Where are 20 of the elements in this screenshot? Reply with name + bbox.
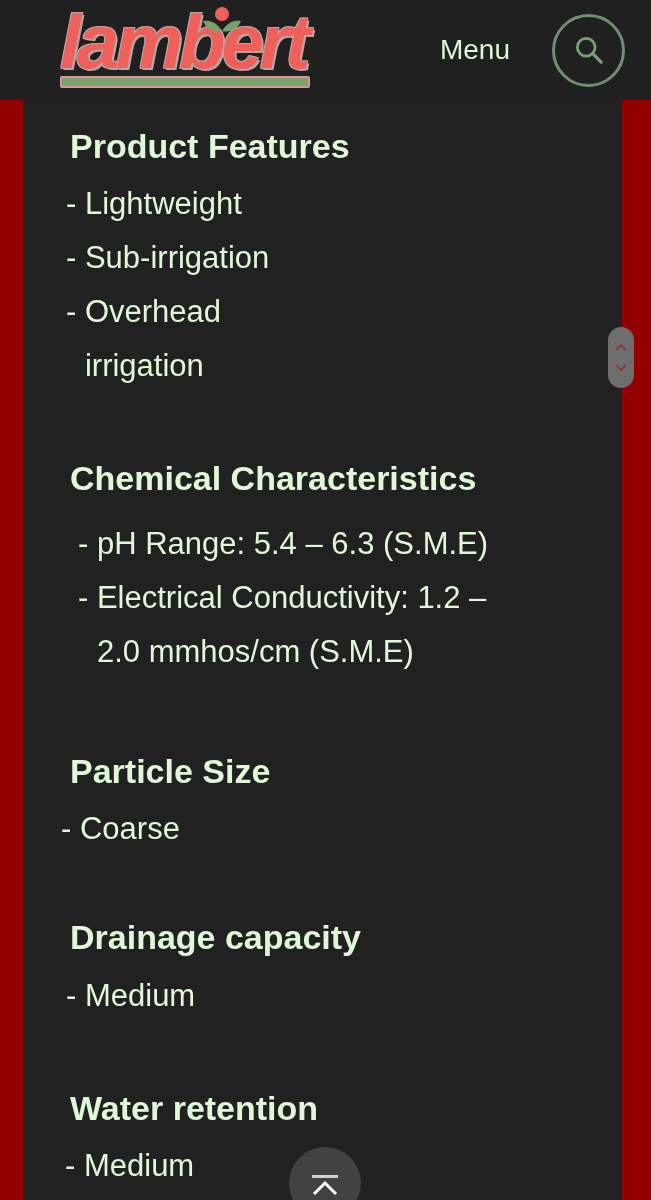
list-item: - Medium xyxy=(66,977,196,1015)
search-button[interactable] xyxy=(552,13,625,87)
list-item: - pH Range: 5.4 – 6.3 (S.M.E) xyxy=(78,525,489,563)
brand-logo[interactable]: lambert xyxy=(60,7,316,89)
section-heading: Chemical Characteristics xyxy=(70,458,477,499)
section-heading: Drainage capacity xyxy=(70,917,362,958)
list-item: - Medium xyxy=(65,1147,195,1185)
chevron-down-icon xyxy=(615,364,627,371)
menu-button[interactable]: Menu xyxy=(439,36,510,64)
section-heading: Particle Size xyxy=(70,751,271,792)
list-item: - Overhead irrigation xyxy=(66,293,223,385)
section-heading: Water retention xyxy=(70,1088,319,1129)
section-heading: Product Features xyxy=(70,126,350,167)
list-item: - Coarse xyxy=(61,810,180,848)
chevron-up-icon xyxy=(615,344,627,351)
search-icon xyxy=(574,36,603,64)
scroll-handle[interactable] xyxy=(608,327,634,388)
list-item: - Lightweight xyxy=(66,185,242,223)
list-item: - Sub-irrigation xyxy=(66,239,270,277)
list-item: - Electrical Conductivity: 1.2 – 2.0 mmhos/cm (S.M.E) xyxy=(78,579,488,671)
